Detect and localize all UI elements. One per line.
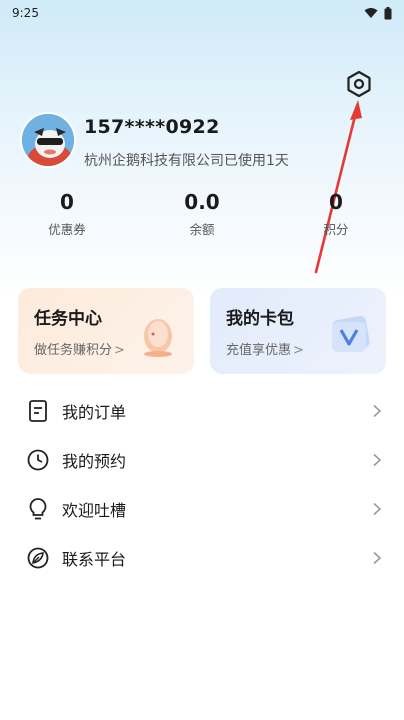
stat-balance[interactable]: 0.0 余额 xyxy=(162,190,242,238)
menu-label: 欢迎吐槽 xyxy=(62,501,127,520)
stat-points[interactable]: 0 积分 xyxy=(296,190,376,238)
stat-label: 余额 xyxy=(189,222,215,237)
menu-item-feedback[interactable]: 欢迎吐槽 xyxy=(0,486,404,532)
stat-label: 积分 xyxy=(323,222,349,237)
clock-icon xyxy=(26,448,50,472)
chevron-right-icon: > xyxy=(293,343,304,358)
status-icons xyxy=(364,6,392,20)
stat-value: 0.0 xyxy=(184,190,220,214)
document-icon xyxy=(26,399,50,423)
menu-item-appointments[interactable]: 我的预约 xyxy=(0,437,404,483)
avatar[interactable] xyxy=(20,112,76,168)
menu-item-contact[interactable]: 联系平台 xyxy=(0,535,404,581)
menu-item-orders[interactable]: 我的订单 xyxy=(0,388,404,434)
menu-label: 我的订单 xyxy=(62,403,127,422)
leaf-icon xyxy=(26,546,50,570)
stat-value: 0 xyxy=(329,190,343,214)
company-usage-text: 杭州企鹅科技有限公司已使用1天 xyxy=(84,153,289,169)
stat-value: 0 xyxy=(60,190,74,214)
vip-card-icon xyxy=(332,316,370,352)
settings-hexagon-icon xyxy=(347,70,371,98)
user-phone: 157****0922 xyxy=(84,116,220,138)
egg-mascot-icon xyxy=(144,319,172,357)
status-bar: 9:25 xyxy=(0,0,404,26)
menu-label: 联系平台 xyxy=(62,550,127,569)
stat-coupons[interactable]: 0 优惠券 xyxy=(27,190,107,238)
chevron-right-icon xyxy=(373,453,382,467)
chevron-right-icon xyxy=(373,551,382,565)
wallet-card[interactable]: 我的卡包 充值享优惠 > xyxy=(210,288,386,374)
lightbulb-icon xyxy=(26,497,50,521)
chevron-right-icon: > xyxy=(114,343,125,358)
stat-label: 优惠券 xyxy=(48,222,86,237)
task-center-card[interactable]: 任务中心 做任务赚积分 > xyxy=(18,288,194,374)
battery-icon xyxy=(384,6,392,19)
settings-button[interactable] xyxy=(344,68,374,100)
menu-label: 我的预约 xyxy=(62,452,127,471)
wifi-icon xyxy=(364,8,378,18)
chevron-right-icon xyxy=(373,502,382,516)
chevron-right-icon xyxy=(373,404,382,418)
status-time: 9:25 xyxy=(12,6,39,20)
